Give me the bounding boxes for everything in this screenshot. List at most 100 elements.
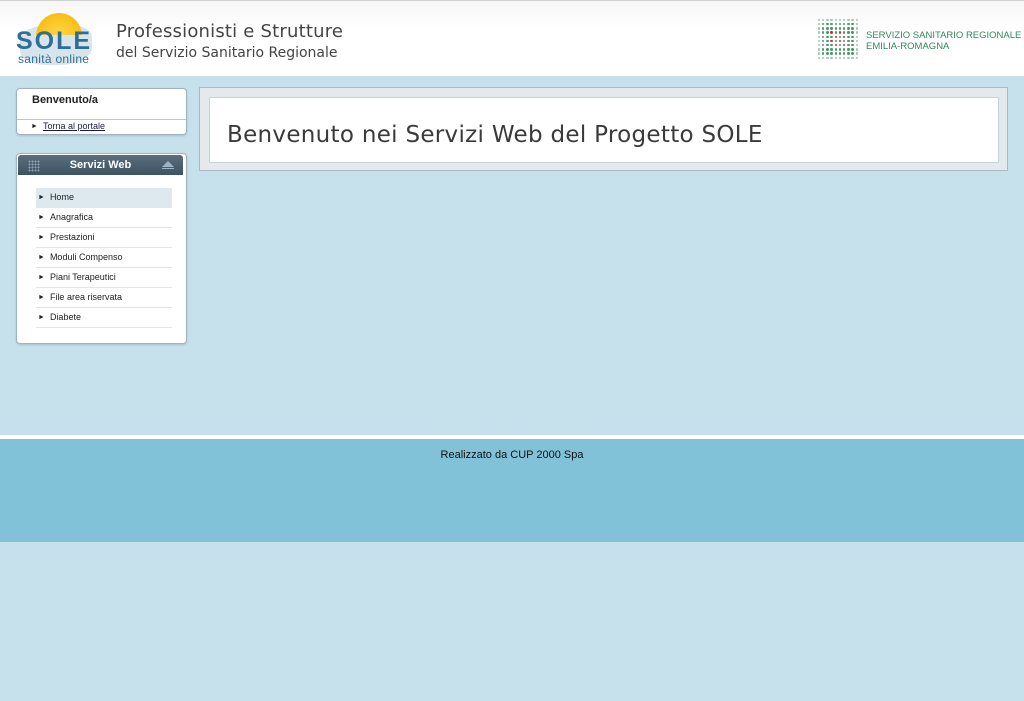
ssr-logo-dot — [834, 23, 838, 26]
ssr-logo-dot — [822, 52, 825, 55]
ssr-logo-dot — [817, 31, 821, 34]
ssr-logo-dot — [843, 31, 846, 34]
ssr-logo-dot — [851, 35, 854, 39]
menu-item-label: Prestazioni — [49, 232, 95, 242]
ssr-logo-dot — [830, 18, 833, 22]
ssr-logo-dot — [847, 23, 850, 26]
triangle-right-icon: ► — [38, 214, 45, 221]
ssr-logo-dot — [826, 56, 829, 59]
menu-item-diabete[interactable]: ► Diabete — [36, 308, 172, 328]
menu-item-label: File area riservata — [49, 292, 122, 302]
ssr-logo-dot — [826, 48, 829, 51]
ssr-logo-dot — [855, 18, 858, 22]
ssr-logo-dot — [843, 44, 846, 47]
ssr-logo-dot — [843, 39, 846, 43]
ssr-logo-dot — [822, 35, 825, 39]
ssr-logo-dot — [843, 56, 846, 59]
ssr-logo-dot — [851, 31, 854, 34]
ssr-logo-line1: SERVIZIO SANITARIO REGIONALE — [866, 30, 1022, 41]
ssr-logo-text: SERVIZIO SANITARIO REGIONALE EMILIA-ROMA… — [866, 30, 1021, 52]
sole-logo[interactable]: SOLE sanità online — [14, 11, 100, 67]
menu-item-label: Home — [49, 192, 74, 202]
triangle-right-icon: ► — [38, 314, 45, 321]
services-panel: Servizi Web ► Home ► Anagrafica ► Prestazioni… — [16, 153, 187, 344]
ssr-logo-dot — [817, 18, 821, 22]
logo-subtext: sanità online — [18, 52, 90, 66]
app-title: Professionisti e Strutture — [116, 21, 344, 42]
ssr-logo-dot — [847, 18, 850, 22]
ssr-logo-dot — [851, 52, 854, 55]
ssr-logo-dot — [851, 39, 854, 43]
ssr-logo-dot — [830, 23, 833, 26]
ssr-logo-dot — [830, 48, 833, 51]
ssr-logo-dot — [847, 39, 850, 43]
ssr-logo-dot — [817, 52, 821, 55]
back-to-portal-label: Torna al portale — [42, 121, 105, 131]
menu-item-home[interactable]: ► Home — [36, 188, 172, 208]
ssr-logo-icon — [817, 18, 859, 60]
menu-item-piani-terapeutici[interactable]: ► Piani Terapeutici — [36, 268, 172, 288]
ssr-logo-dot — [826, 39, 829, 43]
menu-item-label: Diabete — [49, 312, 81, 322]
ssr-logo-dot — [851, 18, 854, 22]
menu-item-file-area-riservata[interactable]: ► File area riservata — [36, 288, 172, 308]
ssr-logo-dot — [838, 48, 842, 51]
ssr-logo-dot — [851, 23, 854, 26]
menu-item-prestazioni[interactable]: ► Prestazioni — [36, 228, 172, 248]
services-title: Servizi Web — [69, 159, 132, 171]
ssr-logo-dot — [822, 27, 825, 30]
ssr-logo-dot — [817, 27, 821, 30]
ssr-logo-dot — [830, 35, 833, 39]
ssr-logo-dot — [847, 27, 850, 30]
ssr-logo-dot — [834, 31, 838, 34]
header: SOLE sanità online Professionisti e Stru… — [0, 0, 1024, 76]
ssr-logo-dot — [855, 44, 858, 47]
menu-item-anagrafica[interactable]: ► Anagrafica — [36, 208, 172, 228]
triangle-right-icon: ► — [38, 194, 45, 201]
ssr-logo-dot — [843, 23, 846, 26]
ssr-logo-dot — [843, 35, 846, 39]
ssr-logo-dot — [847, 52, 850, 55]
collapse-icon[interactable] — [162, 161, 174, 169]
services-menu: ► Home ► Anagrafica ► Prestazioni ► Moduli Comp… — [36, 188, 172, 328]
ssr-logo-dot — [838, 18, 842, 22]
ssr-logo-dot — [826, 23, 829, 26]
ssr-logo-dot — [834, 27, 838, 30]
page-title: Benvenuto nei Servizi Web del Progetto S… — [227, 122, 763, 148]
ssr-logo-dot — [834, 52, 838, 55]
ssr-logo-dot — [830, 31, 833, 34]
back-to-portal-link[interactable]: ► Torna al portale — [31, 121, 105, 131]
ssr-logo-dot — [817, 35, 821, 39]
ssr-logo-dot — [838, 52, 842, 55]
ssr-logo-dot — [843, 27, 846, 30]
ssr-logo-dot — [826, 52, 829, 55]
ssr-logo-dot — [826, 27, 829, 30]
ssr-logo-dot — [834, 39, 838, 43]
ssr-logo-dot — [855, 52, 858, 55]
triangle-right-icon: ► — [31, 123, 38, 130]
ssr-logo-dot — [822, 31, 825, 34]
footer-credit: Realizzato da CUP 2000 Spa — [440, 449, 584, 461]
ssr-logo-dot — [847, 48, 850, 51]
ssr-logo-dot — [817, 56, 821, 59]
ssr-logo-dot — [855, 35, 858, 39]
ssr-logo-dot — [851, 27, 854, 30]
ssr-logo-dot — [817, 39, 821, 43]
ssr-logo-dot — [834, 18, 838, 22]
ssr-logo-dot — [851, 44, 854, 47]
ssr-logo-dot — [855, 23, 858, 26]
ssr-logo-dot — [847, 44, 850, 47]
ssr-logo-dot — [817, 44, 821, 47]
services-panel-header: Servizi Web — [18, 155, 183, 175]
ssr-logo-dot — [855, 27, 858, 30]
ssr-logo-dot — [834, 35, 838, 39]
ssr-logo-dot — [826, 18, 829, 22]
ssr-logo-dot — [843, 48, 846, 51]
ssr-logo-dot — [851, 56, 854, 59]
ssr-logo-dot — [838, 31, 842, 34]
ssr-logo-dot — [838, 23, 842, 26]
ssr-logo-dot — [855, 39, 858, 43]
triangle-right-icon: ► — [38, 254, 45, 261]
ssr-logo-dot — [834, 56, 838, 59]
menu-item-moduli-compenso[interactable]: ► Moduli Compenso — [36, 248, 172, 268]
